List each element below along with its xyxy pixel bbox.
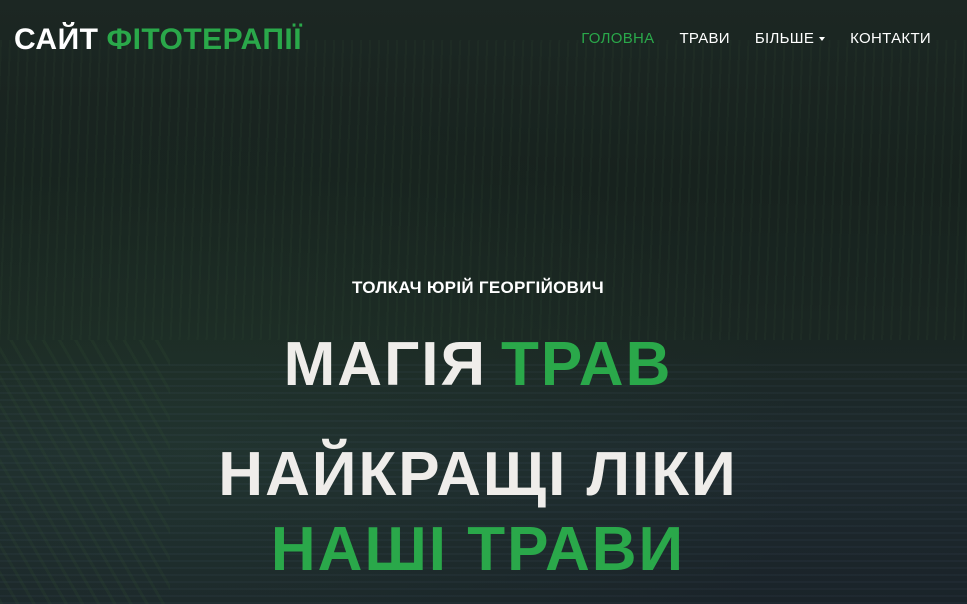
headline-magic-green: ТРАВ [501,330,673,399]
headline-magic-white: МАГІЯ [283,330,488,399]
author-name: ТОЛКАЧ ЮРІЙ ГЕОРГІЙОВИЧ [352,278,604,297]
headline-magic: МАГІЯ ТРАВ [0,330,956,400]
hero-content: ТОЛКАЧ ЮРІЙ ГЕОРГІЙОВИЧ МАГІЯ ТРАВ НАЙКРА… [0,0,967,604]
headline-our-herbs: НАШІ ТРАВИ [270,515,686,584]
headline-best-medicine: НАЙКРАЩІ ЛІКИ [218,440,738,509]
